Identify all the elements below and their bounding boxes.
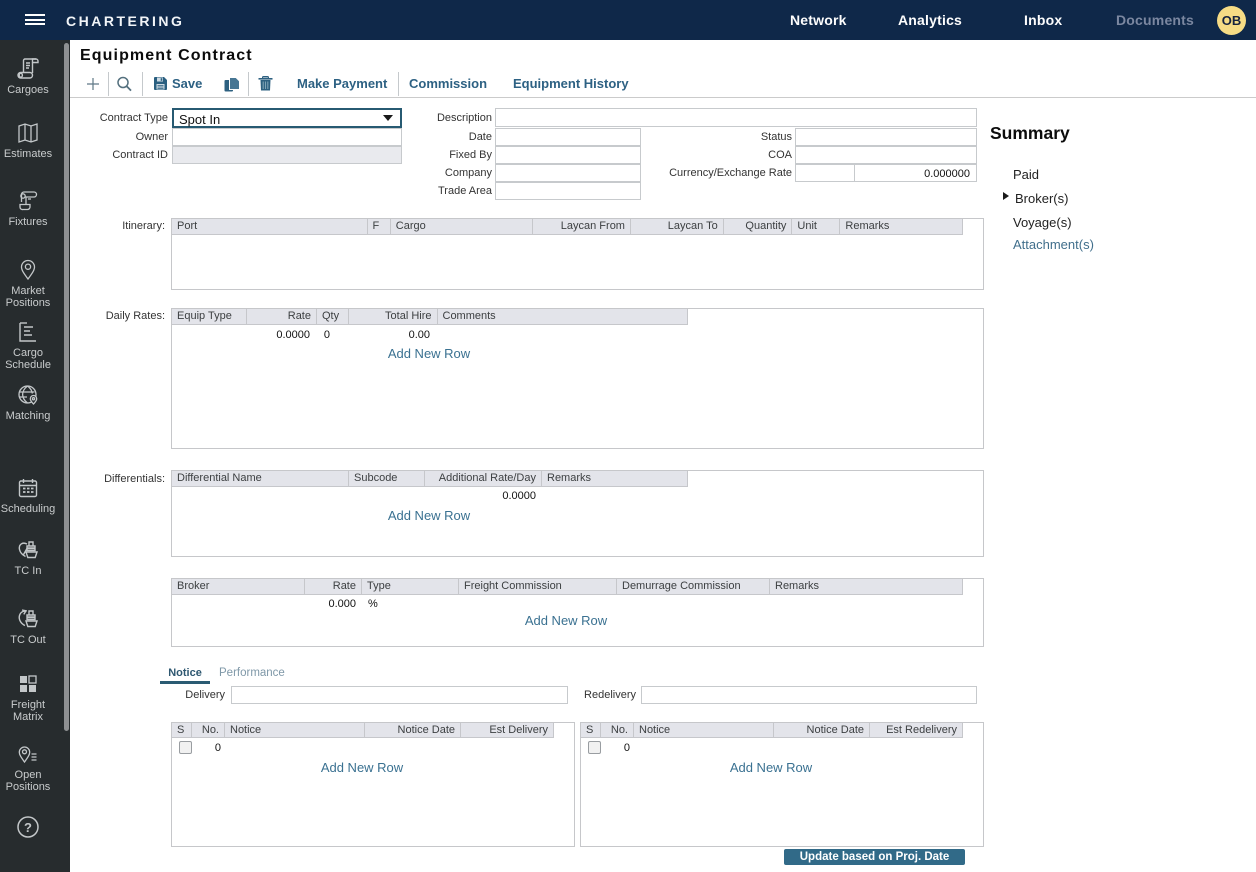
svg-text:?: ? [24,820,32,835]
